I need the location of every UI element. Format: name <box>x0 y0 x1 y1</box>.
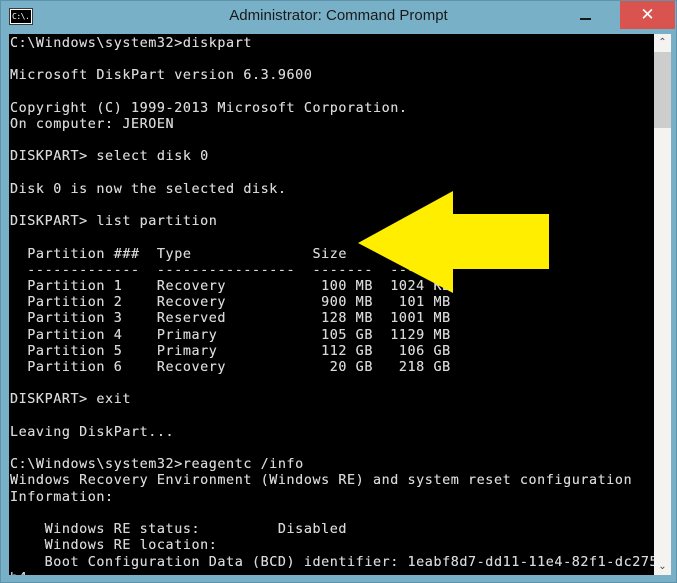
close-button[interactable]: ✕ <box>620 1 675 29</box>
minimize-button[interactable] <box>563 1 608 29</box>
scroll-up-icon[interactable]: ⌃ <box>654 34 671 51</box>
console-scrollbar[interactable]: ⌃ ⌄ <box>654 34 671 575</box>
scrollbar-thumb[interactable] <box>654 52 671 128</box>
command-prompt-window[interactable]: C:\. Administrator: Command Prompt ✕ C:\… <box>0 0 677 583</box>
title-bar[interactable]: C:\. Administrator: Command Prompt ✕ <box>1 1 676 31</box>
command-prompt-icon: C:\. <box>9 8 33 25</box>
command-prompt-icon-text: C:\. <box>11 10 31 23</box>
scroll-down-icon[interactable]: ⌄ <box>654 558 671 575</box>
console-text: C:\Windows\system32>diskpart Microsoft D… <box>10 36 654 575</box>
close-icon: ✕ <box>640 5 655 24</box>
minimize-icon <box>580 18 591 20</box>
console-output-area[interactable]: C:\Windows\system32>diskpart Microsoft D… <box>9 34 654 575</box>
